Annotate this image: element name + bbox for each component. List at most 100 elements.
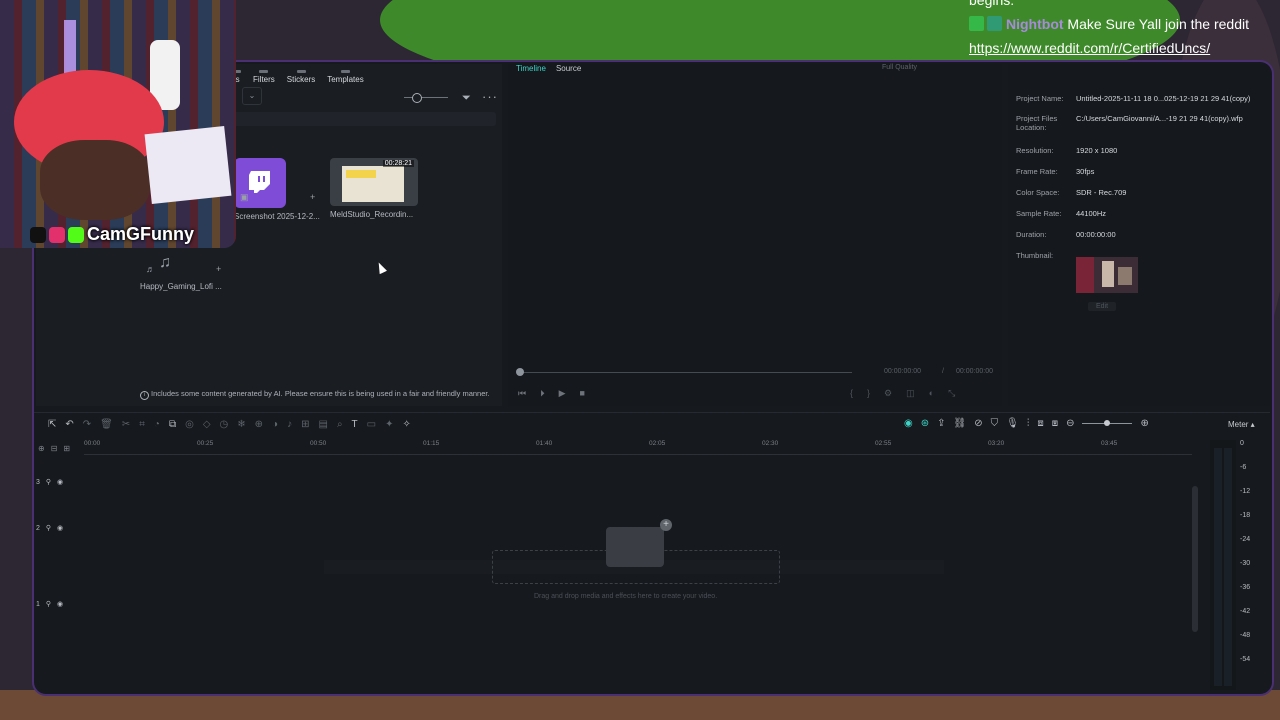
clip-duration: 00:28:21 [382, 160, 414, 167]
effect-icon[interactable]: ✦ [385, 419, 393, 430]
streamer-name-tag: CamGFunny [30, 224, 194, 245]
snap-icon[interactable]: ⊛ [921, 418, 929, 429]
media-clip-screenshot[interactable]: Screenshot 2025-12-2... [234, 158, 320, 221]
mixer-icon[interactable]: ⫶ [1027, 418, 1030, 429]
split-icon[interactable]: ✂ [122, 419, 130, 430]
subtitle-icon[interactable]: ▭ [367, 419, 376, 430]
freeze-icon[interactable]: ❄ [237, 419, 245, 430]
prev-frame-icon[interactable]: ⏮ [518, 388, 526, 399]
color-icon[interactable]: ◑ [272, 419, 278, 430]
eye-icon[interactable]: ◉ [57, 600, 63, 608]
add-icon[interactable]: + [216, 264, 221, 274]
player-panel: Timeline Source Full Quality 00:00:00:00… [508, 64, 1002, 406]
delete-icon[interactable]: 🗑 [100, 419, 113, 430]
shield-icon[interactable]: ⛉ [991, 418, 999, 429]
ai-copilot-icon[interactable]: ◉ [904, 418, 913, 429]
webcam-overlay [0, 0, 236, 248]
zoom-in-icon[interactable]: ⊕ [1140, 418, 1148, 429]
track-manager-icon[interactable]: ⊞ [63, 444, 70, 453]
lock-icon[interactable]: ⚲ [46, 524, 51, 532]
search-tool-icon[interactable]: ⌕ [337, 419, 343, 430]
media-clip-recording[interactable]: 00:28:21 MeldStudio_Recordin... [330, 158, 418, 219]
render-icon[interactable]: ⧆ [1052, 418, 1058, 429]
filter-icon[interactable]: ⏷ [462, 92, 471, 105]
more-icon[interactable]: ··· [482, 89, 498, 104]
ai-note-text: Includes some content generated by AI. P… [151, 389, 490, 398]
playhead-knob[interactable] [516, 368, 524, 376]
eye-icon[interactable]: ◉ [57, 524, 63, 532]
tab-templates[interactable]: Templates [327, 70, 363, 84]
speed-icon[interactable]: ◔ [154, 419, 160, 430]
mark-icon[interactable]: ⊘ [974, 418, 982, 429]
tab-stickers[interactable]: Stickers [287, 70, 315, 84]
project-thumbnail[interactable] [1076, 257, 1138, 293]
meter-dropdown[interactable]: Meter ▴ [1228, 420, 1255, 429]
play-icon[interactable]: ▶ [559, 388, 566, 399]
image-type-icon: ▣ [240, 192, 249, 202]
timer-icon[interactable]: ◷ [220, 419, 229, 430]
stop-icon[interactable]: ■ [580, 388, 585, 399]
mask-icon[interactable]: ◎ [185, 419, 194, 430]
mic-icon[interactable]: 🎙 [1006, 418, 1019, 429]
export-icon[interactable]: ⇪ [937, 418, 945, 429]
undo-icon[interactable]: ↶ [65, 419, 73, 430]
ruler-tick: 00:50 [310, 440, 327, 447]
bot-badge-icon [987, 16, 1002, 31]
add-icon[interactable]: + [310, 192, 315, 202]
chevron-down-icon[interactable]: ⌄ [242, 87, 262, 105]
tab-timeline[interactable]: Timeline [516, 64, 546, 73]
zoom-tool-icon[interactable]: ⊕ [255, 419, 263, 430]
track-header: 2 ⚲ ◉ [36, 524, 64, 533]
link-icon[interactable]: ⛓ [954, 418, 967, 429]
select-tool-icon[interactable]: ⇱ [48, 419, 56, 430]
add-track-icon[interactable]: ⊕ [38, 444, 45, 453]
player-tabs: Timeline Source [516, 64, 581, 73]
ai-tool-icon[interactable]: ⧉ [169, 419, 176, 430]
lock-icon[interactable]: ⚲ [46, 478, 51, 486]
chat-link[interactable]: https://www.reddit.com/r/CertifiedUncs/ [969, 36, 1269, 60]
quality-select[interactable]: Full Quality [882, 64, 917, 71]
eye-icon[interactable]: ◉ [57, 478, 63, 486]
thumbnail-size-slider[interactable] [404, 97, 448, 98]
text-tool-icon[interactable]: T [352, 419, 358, 430]
slider-knob[interactable] [412, 93, 422, 103]
ai-magic-icon[interactable]: ✧ [403, 419, 411, 430]
tab-source[interactable]: Source [556, 64, 581, 73]
ruler-tick: 02:55 [875, 440, 892, 447]
stabilize-icon[interactable]: ⊞ [301, 419, 309, 430]
kick-icon [68, 226, 84, 243]
tab-filters[interactable]: Filters [253, 70, 275, 84]
volume-icon[interactable]: ◐ [929, 388, 934, 399]
audio-tool-icon[interactable]: ♪ [287, 419, 292, 430]
clip-label: Happy_Gaming_Lofi ... [140, 282, 222, 291]
snapshot-icon[interactable]: ◫ [906, 388, 915, 399]
timeline-zoom-slider[interactable] [1082, 420, 1133, 426]
timeline-toolbar: ⇱ ↶ ↷ 🗑 ✂ ⌗ ◔ ⧉ ◎ ◇ ◷ ❄ ⊕ ◑ ♪ ⊞ ▤ ⌕ T ▭ … [34, 412, 1270, 437]
playback-scrubber[interactable] [520, 372, 852, 373]
info-row: Duration: 00:00:00:00 [1016, 230, 1116, 239]
settings-icon[interactable]: ⚙ [884, 388, 892, 399]
track-header: 1 ⚲ ◉ [36, 600, 64, 609]
time-separator: / [942, 368, 944, 375]
edit-thumbnail-button[interactable]: Edit [1088, 302, 1117, 311]
ruler-tick: 02:05 [649, 440, 666, 447]
track-link-icon[interactable]: ⊟ [51, 444, 58, 453]
image-placeholder-icon [606, 519, 672, 567]
zoom-out-icon[interactable]: ⊖ [1066, 418, 1074, 429]
keyframe-icon[interactable]: ◇ [203, 419, 211, 430]
green-screen-icon[interactable]: ▤ [318, 419, 327, 430]
redo-icon[interactable]: ↷ [83, 419, 91, 430]
lock-icon[interactable]: ⚲ [46, 600, 51, 608]
step-back-icon[interactable]: ⏵ [540, 388, 545, 399]
project-info-panel: Project Name: Untitled-2025-11-11 18 0...… [1008, 64, 1270, 406]
time-ruler[interactable]: 00:00 00:25 00:50 01:15 01:40 02:05 02:3… [84, 440, 1192, 455]
timeline-scrollbar[interactable] [1192, 486, 1198, 632]
info-row: Thumbnail: [1016, 251, 1054, 260]
mark-in-icon[interactable]: { [850, 388, 853, 399]
current-time: 00:00:00:00 [884, 368, 921, 375]
pip-icon[interactable]: ⧈ [1037, 418, 1043, 429]
moderator-badge-icon [969, 16, 984, 31]
crop-icon[interactable]: ⌗ [139, 419, 145, 430]
fullscreen-icon[interactable]: ⤡ [948, 388, 955, 399]
mark-out-icon[interactable]: } [867, 388, 870, 399]
